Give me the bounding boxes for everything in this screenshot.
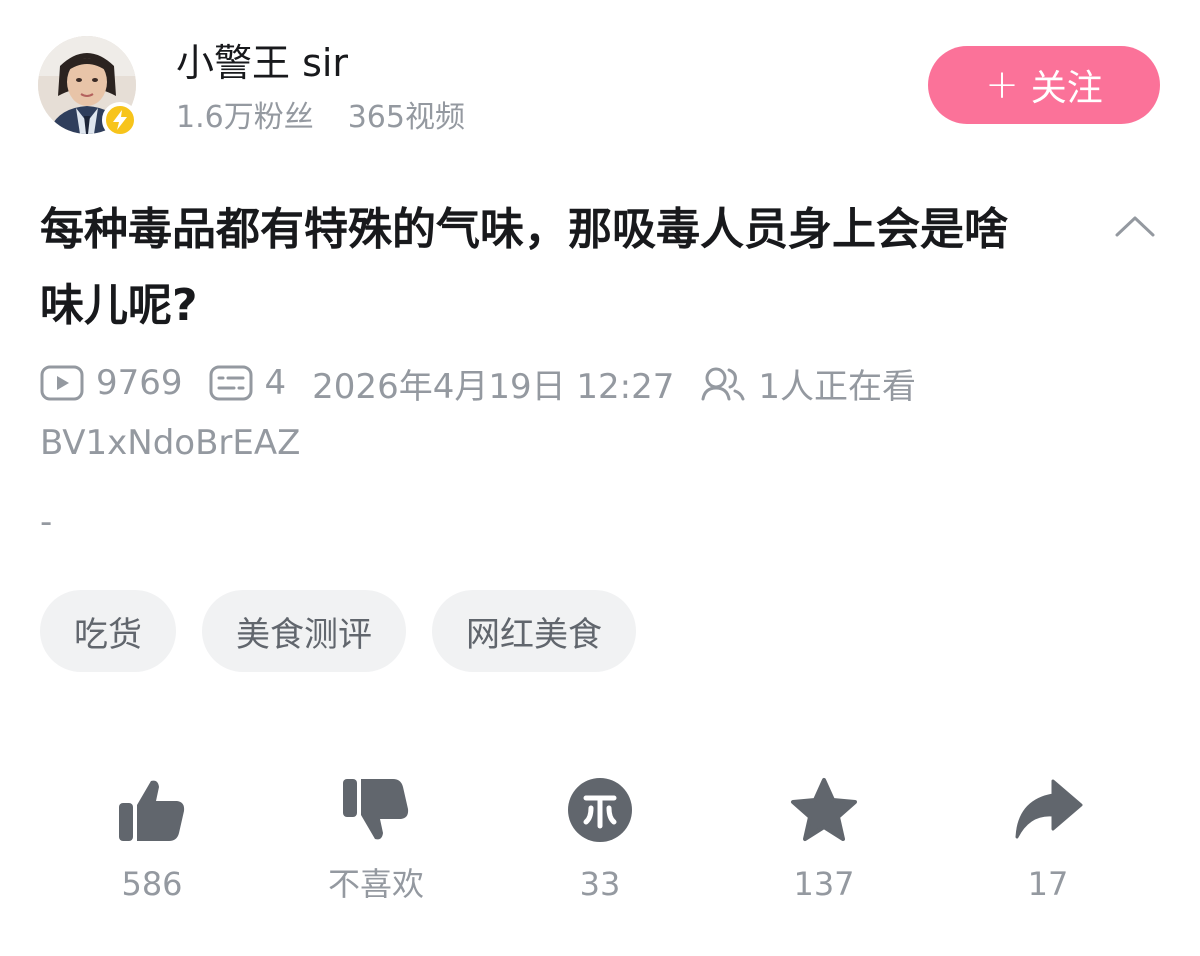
- action-bar: 586 不喜欢 33 137 17: [40, 770, 1160, 910]
- play-count-icon: [40, 365, 84, 401]
- share-count: 17: [1027, 865, 1069, 903]
- coin-button[interactable]: 33: [488, 770, 712, 910]
- like-count: 586: [121, 865, 183, 903]
- follower-count: 1.6万粉丝: [176, 100, 314, 135]
- plus-icon: +: [985, 62, 1019, 108]
- coin-icon: [560, 770, 640, 850]
- video-meta-row: 9769 4 2026年4月19日 12:27 1人正在看: [40, 358, 916, 408]
- danmaku-count: 4: [264, 363, 287, 403]
- bvid[interactable]: BV1xNdoBrEAZ: [40, 418, 300, 468]
- watching-icon: [700, 365, 746, 401]
- tag-chip[interactable]: 吃货: [40, 590, 176, 672]
- share-button[interactable]: 17: [936, 770, 1160, 910]
- favorite-count: 137: [793, 865, 855, 903]
- video-count: 365视频: [347, 100, 465, 135]
- chevron-up-icon[interactable]: [1110, 206, 1160, 246]
- uploader-name[interactable]: 小警王 sir: [176, 40, 348, 86]
- verified-badge-icon: [102, 102, 138, 138]
- tag-list: 吃货 美食测评 网红美食: [40, 590, 662, 672]
- dislike-button[interactable]: 不喜欢: [264, 770, 488, 910]
- publish-date: 2026年4月19日 12:27: [312, 366, 675, 407]
- coin-count: 33: [579, 865, 621, 903]
- tag-chip[interactable]: 美食测评: [202, 590, 406, 672]
- uploader-stats: 1.6万粉丝 365视频: [176, 98, 465, 138]
- favorite-button[interactable]: 137: [712, 770, 936, 910]
- video-description: -: [40, 502, 53, 542]
- like-button[interactable]: 586: [40, 770, 264, 910]
- dislike-label: 不喜欢: [327, 865, 424, 903]
- view-count: 9769: [96, 363, 183, 403]
- tag-chip[interactable]: 网红美食: [432, 590, 636, 672]
- like-icon: [112, 770, 192, 850]
- favorite-icon: [784, 770, 864, 850]
- danmaku-icon: [209, 365, 253, 401]
- video-detail-page: 小警王 sir 1.6万粉丝 365视频 + 关注 每种毒品都有特殊的气味，那吸毒…: [0, 0, 1200, 956]
- share-icon: [1008, 770, 1088, 850]
- follow-label: 关注: [1030, 68, 1103, 109]
- follow-button[interactable]: + 关注: [928, 46, 1160, 124]
- watching-count: 1人正在看: [758, 366, 917, 407]
- dislike-icon: [336, 770, 416, 850]
- video-title: 每种毒品都有特殊的气味，那吸毒人员身上会是啥味儿呢?: [40, 204, 1008, 331]
